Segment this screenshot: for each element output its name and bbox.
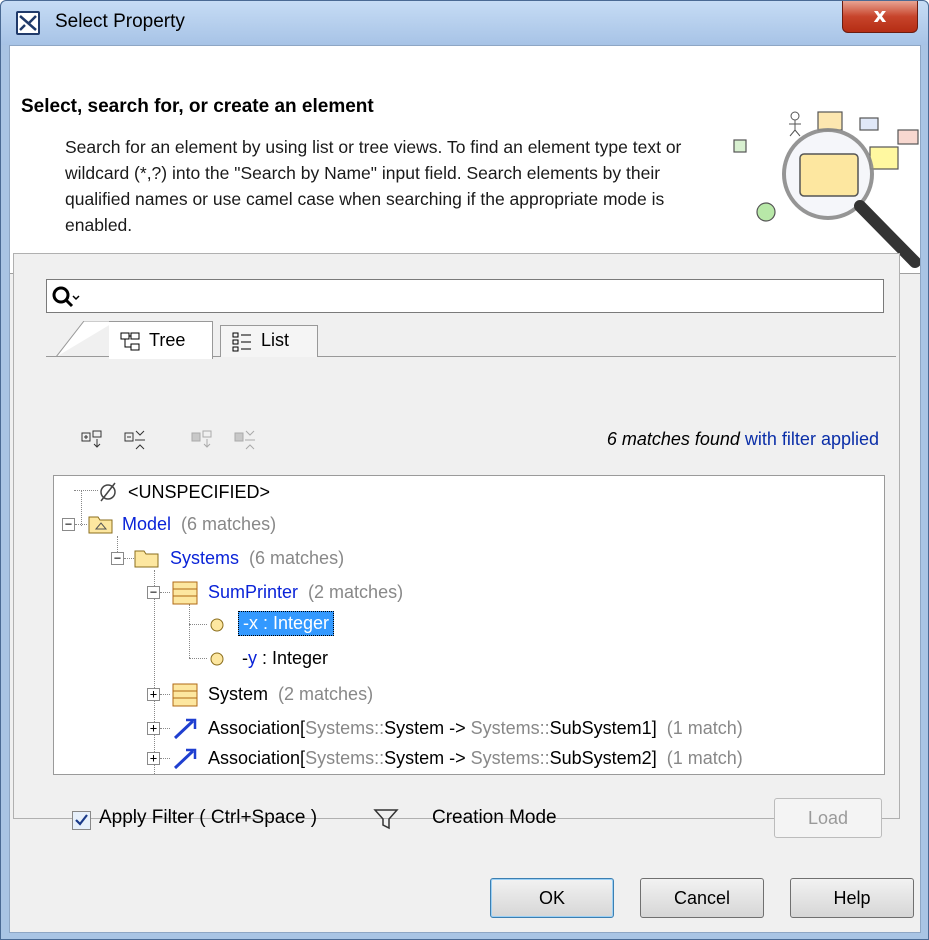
tree-connector <box>189 658 207 659</box>
collapse-toggle[interactable]: − <box>147 586 160 599</box>
load-button: Load <box>774 798 882 838</box>
header-description: Search for an element by using list or t… <box>65 137 682 235</box>
null-icon <box>100 482 116 502</box>
help-button[interactable]: Help <box>790 878 914 918</box>
search-input[interactable] <box>87 283 879 309</box>
tree-connector <box>160 694 170 695</box>
property-icon <box>210 652 224 666</box>
expand-selected-icon <box>191 430 212 448</box>
ok-button[interactable]: OK <box>490 878 614 918</box>
title-bar[interactable]: Select Property x <box>1 1 928 45</box>
tab-list[interactable]: List <box>220 325 318 357</box>
association-icon <box>173 748 197 770</box>
tab-list-label: List <box>261 330 290 350</box>
collapse-all-icon[interactable] <box>124 429 148 451</box>
systems-count: (6 matches) <box>249 548 345 568</box>
block-icon <box>172 581 198 605</box>
assoc2-dst-name: SubSystem2 <box>549 748 652 768</box>
match-count: 6 matches found with filter applied <box>607 429 879 450</box>
assoc1-src-ns: Systems:: <box>305 718 385 738</box>
property-icon <box>210 618 224 632</box>
filter-icon[interactable] <box>373 807 399 831</box>
app-icon <box>16 11 40 35</box>
model-package-icon <box>88 516 113 534</box>
tree-connector <box>81 490 82 526</box>
systems-name: Systems <box>170 548 240 568</box>
apply-filter-checkbox[interactable] <box>72 811 91 830</box>
model-name: Model <box>122 514 172 534</box>
assoc1-src-name: System <box>384 718 445 738</box>
assoc2-suffix: ] <box>651 748 657 768</box>
tree-connector <box>189 624 207 625</box>
sumprinter-count: (2 matches) <box>308 582 404 602</box>
collapse-selected-icon <box>234 430 255 450</box>
close-button[interactable]: x <box>842 1 918 33</box>
header-panel: Select, search for, or create an element… <box>10 46 920 274</box>
tab-tree[interactable]: Tree <box>109 321 213 359</box>
sumprinter-name: SumPrinter <box>208 582 299 602</box>
tree-connector <box>74 490 98 491</box>
dialog-window: Select Property x Select, search for, or… <box>0 0 929 940</box>
collapse-toggle[interactable]: − <box>111 552 124 565</box>
cancel-button[interactable]: Cancel <box>640 878 764 918</box>
tree-view-icon <box>120 332 140 351</box>
expand-toggle[interactable]: + <box>147 688 160 701</box>
filter-applied-link[interactable]: with filter applied <box>745 429 879 449</box>
search-field[interactable] <box>46 279 884 313</box>
block-icon <box>172 683 198 707</box>
assoc2-prefix: Association[ <box>208 748 306 768</box>
search-icon[interactable] <box>51 284 81 310</box>
assoc2-src-ns: Systems:: <box>305 748 385 768</box>
property-y-name: y <box>248 648 257 668</box>
tree-connector <box>160 728 170 729</box>
assoc1-suffix: ] <box>651 718 657 738</box>
association-icon <box>173 718 197 740</box>
package-icon <box>134 550 159 568</box>
model-count: (6 matches) <box>181 514 277 534</box>
header-title: Select, search for, or create an element <box>21 96 374 117</box>
apply-filter-label[interactable]: Apply Filter ( Ctrl+Space ) <box>99 807 317 829</box>
tree-connector <box>189 604 190 658</box>
tree-connector <box>160 758 170 759</box>
checkmark-icon <box>75 814 88 826</box>
assoc2-count: (1 match) <box>666 748 743 768</box>
tab-tree-label: Tree <box>149 330 186 350</box>
element-tree[interactable]: <UNSPECIFIED> − Model (6 matches) − Syst… <box>53 475 885 775</box>
tree-node-label: <UNSPECIFIED> <box>128 482 271 502</box>
collapse-toggle[interactable]: − <box>62 518 75 531</box>
tab-edge <box>56 321 116 357</box>
assoc1-dst-ns: Systems:: <box>470 718 550 738</box>
assoc1-arrow: -> <box>444 718 471 738</box>
tree-connector <box>154 570 155 774</box>
tree-connector <box>124 558 134 559</box>
assoc1-count: (1 match) <box>666 718 743 738</box>
property-x-label: -x : Integer <box>238 611 335 636</box>
system-name: System <box>208 684 269 704</box>
expand-toggle[interactable]: + <box>147 752 160 765</box>
property-y-type: : Integer <box>257 648 329 668</box>
expand-all-icon[interactable] <box>81 429 105 451</box>
assoc1-dst-name: SubSystem1 <box>549 718 652 738</box>
assoc2-arrow: -> <box>444 748 471 768</box>
window-title: Select Property <box>55 11 185 32</box>
expand-toggle[interactable]: + <box>147 722 160 735</box>
creation-mode-label[interactable]: Creation Mode <box>432 807 557 829</box>
assoc2-src-name: System <box>384 748 445 768</box>
tree-connector <box>75 524 87 525</box>
search-illustration-icon <box>733 111 920 268</box>
assoc2-dst-ns: Systems:: <box>470 748 550 768</box>
matches-found-text: 6 matches found <box>606 429 740 449</box>
system-count: (2 matches) <box>278 684 374 704</box>
assoc1-prefix: Association[ <box>208 718 306 738</box>
list-view-icon <box>232 332 251 352</box>
tree-connector <box>160 592 170 593</box>
